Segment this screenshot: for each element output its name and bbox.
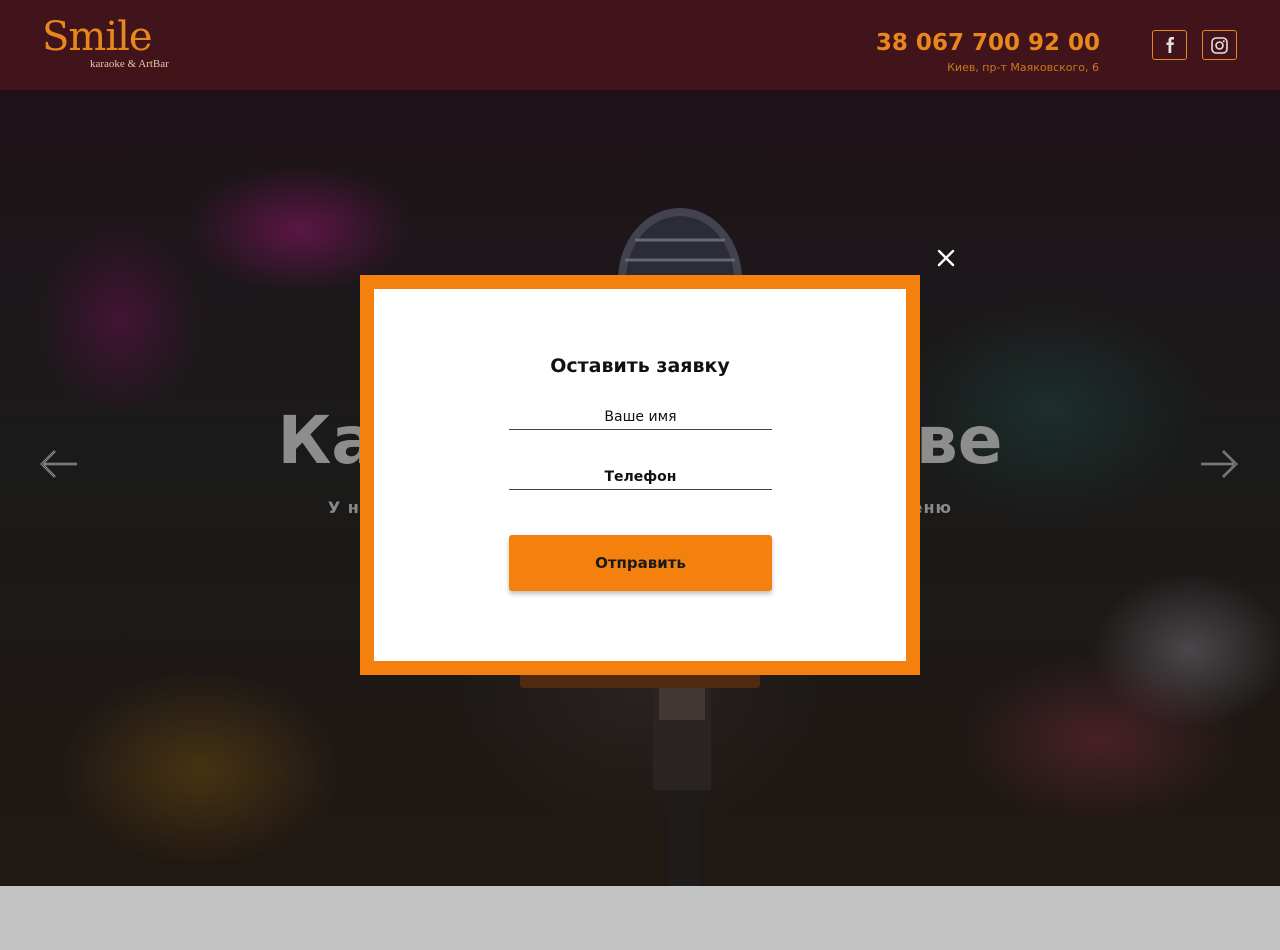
header-phone[interactable]: 38 067 700 92 00: [876, 30, 1100, 56]
request-form: Оставить заявку Отправить: [374, 289, 906, 661]
name-input[interactable]: [509, 404, 772, 430]
instagram-icon: [1211, 36, 1228, 54]
header-address: Киев, пр-т Маяковского, 6: [947, 61, 1099, 74]
logo-subtitle: karaoke & ArtBar: [90, 58, 169, 70]
modal-title: Оставить заявку: [550, 355, 730, 377]
facebook-icon: [1166, 37, 1174, 53]
facebook-button[interactable]: [1152, 30, 1187, 60]
submit-button[interactable]: Отправить: [509, 535, 772, 591]
request-modal: Оставить заявку Отправить: [360, 275, 920, 675]
site-header: Smile karaoke & ArtBar 38 067 700 92 00 …: [0, 0, 1280, 90]
logo[interactable]: Smile karaoke & ArtBar: [42, 14, 172, 76]
phone-input[interactable]: [509, 464, 772, 490]
close-icon[interactable]: [934, 246, 958, 270]
logo-text: Smile: [42, 14, 153, 60]
instagram-button[interactable]: [1202, 30, 1237, 60]
